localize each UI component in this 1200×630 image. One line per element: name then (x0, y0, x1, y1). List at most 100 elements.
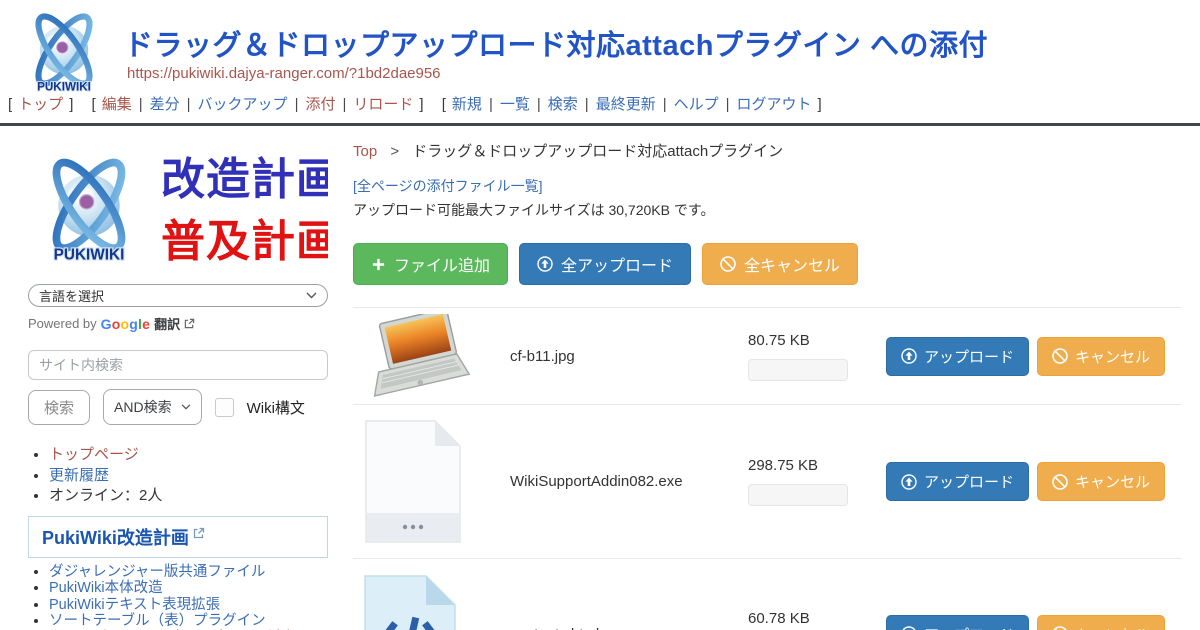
upload-button[interactable]: アップロード (886, 615, 1029, 630)
wiki-syntax-label: Wiki構文 (247, 397, 305, 418)
upload-icon (901, 474, 917, 490)
search-button[interactable]: 検索 (28, 390, 90, 425)
file-size: 298.75 KB (748, 457, 868, 474)
translate-link[interactable]: 翻訳 (154, 314, 180, 333)
add-files-button[interactable]: ファイル追加 (353, 243, 508, 285)
sidebar-link-common-files[interactable]: ダジャレンジャー版共通ファイル (49, 564, 265, 580)
sidebar-logo-pukiwiki-text: PUKIWIKI (54, 247, 125, 264)
page-url-link[interactable]: https://pukiwiki.dajya-ranger.com/?1bd2d… (127, 65, 441, 82)
breadcrumb-home-link[interactable]: Top (353, 143, 377, 160)
all-attachments-link[interactable]: [全ページの添付ファイル一覧] (353, 176, 543, 196)
max-filesize-text: アップロード可能最大ファイルサイズは 30,720KB です。 (353, 200, 1182, 220)
site-search-input[interactable] (28, 350, 328, 380)
wiki-syntax-checkbox[interactable] (215, 398, 234, 417)
main-content: Top > ドラッグ＆ドロップアップロード対応attachプラグイン [全ページ… (345, 126, 1200, 630)
sidebar-link-text-ext[interactable]: PukiWikiテキスト表現拡張 (49, 597, 220, 613)
cancel-icon (1052, 474, 1068, 490)
nav-link-recent[interactable]: 最終更新 (596, 96, 656, 113)
sidebar-online-count: オンライン：2人 (49, 487, 162, 504)
sidebar: PUKIWIKI 改造計画 普及計画 言語を選択 Powered by Goog… (0, 126, 345, 630)
chevron-down-icon (181, 404, 191, 410)
list-item: PukiWiki本体改造 (49, 581, 333, 596)
pukiwiki-logo-text: PUKIWIKI (37, 81, 91, 94)
nav-link-list[interactable]: 一覧 (500, 96, 530, 113)
nav-link-top[interactable]: トップ (18, 96, 63, 113)
nav-link-new[interactable]: 新規 (452, 96, 482, 113)
file-row: cf-b11.jpg 80.75 KB アップロード (353, 307, 1182, 404)
file-name: WikiSupportAddin082.exe (498, 473, 748, 490)
cancel-button[interactable]: キャンセル (1037, 615, 1165, 630)
nav-link-logout[interactable]: ログアウト (737, 96, 812, 113)
project-box: PukiWiki改造計画 (28, 516, 328, 558)
search-controls: 検索 AND検索 Wiki構文 (28, 389, 333, 425)
nav-group-top: [トップ] (8, 96, 73, 113)
nav-group-site: [新規|一覧|検索|最終更新|ヘルプ|ログアウト] (442, 96, 822, 113)
sidebar-site-logo[interactable]: PUKIWIKI 改造計画 普及計画 (28, 144, 328, 270)
upload-icon (901, 626, 917, 630)
progress-bar (748, 484, 848, 506)
pukiwiki-logo-icon[interactable]: PUKIWIKI (18, 5, 110, 95)
upload-icon (901, 348, 917, 364)
cancel-all-button[interactable]: 全キャンセル (702, 243, 858, 285)
pukiwiki-attach-page: PUKIWIKI ドラッグ＆ドロップアップロード対応attachプラグイン への… (0, 0, 1200, 630)
upload-toolbar: ファイル追加 全アップロード 全キャンセル (353, 243, 1182, 285)
project-box-link[interactable]: PukiWiki改造計画 (42, 524, 205, 550)
ellipsis-dots (403, 525, 423, 529)
file-row: contents.html 60.78 KB アップロード (353, 558, 1182, 630)
file-row: WikiSupportAddin082.exe 298.75 KB アップロード (353, 404, 1182, 558)
cancel-icon (1052, 626, 1068, 630)
list-item: PukiWikiテキスト表現拡張 (49, 598, 333, 613)
google-translate-attribution: Powered by Google 翻訳 (28, 314, 333, 333)
sidebar-link-sort-table[interactable]: ソートテーブル（表）プラグイン (49, 613, 266, 629)
nav-link-search[interactable]: 検索 (548, 96, 578, 113)
list-item: オンライン：2人 (49, 486, 333, 507)
nav-link-attach[interactable]: 添付 (305, 96, 335, 113)
top-navbar: [トップ] [編集|差分|バックアップ|添付|リロード] [新規|一覧|検索|最… (0, 92, 1200, 126)
page-header: PUKIWIKI ドラッグ＆ドロップアップロード対応attachプラグイン への… (0, 0, 1200, 92)
sidebar-quick-links: トップページ 更新履歴 オンライン：2人 (28, 445, 333, 507)
search-mode-select[interactable]: AND検索 (103, 389, 202, 425)
progress-bar (748, 359, 848, 381)
sidebar-link-core-mod[interactable]: PukiWiki本体改造 (49, 580, 163, 596)
cancel-button[interactable]: キャンセル (1037, 337, 1165, 376)
file-size: 80.75 KB (748, 332, 868, 349)
sidebar-link-toppage[interactable]: トップページ (49, 446, 139, 463)
list-item: トップページ (49, 445, 333, 466)
sidebar-logo-fukyu-text: 普及計画 (161, 217, 328, 266)
sidebar-logo-kaizo-text: 改造計画 (161, 155, 328, 204)
nav-link-diff[interactable]: 差分 (150, 96, 180, 113)
file-size: 60.78 KB (748, 610, 868, 627)
nav-link-reload[interactable]: リロード (353, 96, 413, 113)
generic-file-icon (363, 419, 463, 544)
language-select[interactable]: 言語を選択 (28, 284, 328, 307)
page-title: ドラッグ＆ドロップアップロード対応attachプラグイン への添付 (124, 22, 988, 64)
upload-button[interactable]: アップロード (886, 462, 1029, 501)
upload-icon (537, 256, 553, 272)
sidebar-plugin-links: ダジャレンジャー版共通ファイル PukiWiki本体改造 PukiWikiテキス… (28, 565, 333, 630)
file-name: contents.html (498, 626, 748, 630)
breadcrumb-current: ドラッグ＆ドロップアップロード対応attachプラグイン (412, 143, 783, 160)
chevron-down-icon (306, 292, 317, 299)
cancel-button[interactable]: キャンセル (1037, 462, 1165, 501)
nav-link-backup[interactable]: バックアップ (198, 96, 288, 113)
laptop-photo-thumbnail (363, 314, 475, 398)
list-item: ソートテーブル（表）プラグイン (49, 614, 333, 629)
google-logo: Google (101, 316, 150, 332)
cancel-icon (1052, 348, 1068, 364)
external-link-icon (184, 318, 195, 329)
list-item: 更新履歴 (49, 466, 333, 487)
html-file-icon (363, 574, 457, 630)
nav-group-page: [編集|差分|バックアップ|添付|リロード] (92, 96, 424, 113)
sidebar-link-history[interactable]: 更新履歴 (49, 467, 109, 484)
plus-icon (371, 257, 386, 272)
cancel-icon (720, 256, 736, 272)
file-name: cf-b11.jpg (498, 348, 748, 365)
nav-link-edit[interactable]: 編集 (102, 96, 132, 113)
breadcrumb-separator: > (390, 143, 399, 160)
upload-queue: cf-b11.jpg 80.75 KB アップロード (353, 307, 1182, 630)
nav-link-help[interactable]: ヘルプ (674, 96, 719, 113)
upload-all-button[interactable]: 全アップロード (519, 243, 691, 285)
external-link-icon (193, 527, 205, 539)
list-item: ダジャレンジャー版共通ファイル (49, 565, 333, 580)
upload-button[interactable]: アップロード (886, 337, 1029, 376)
